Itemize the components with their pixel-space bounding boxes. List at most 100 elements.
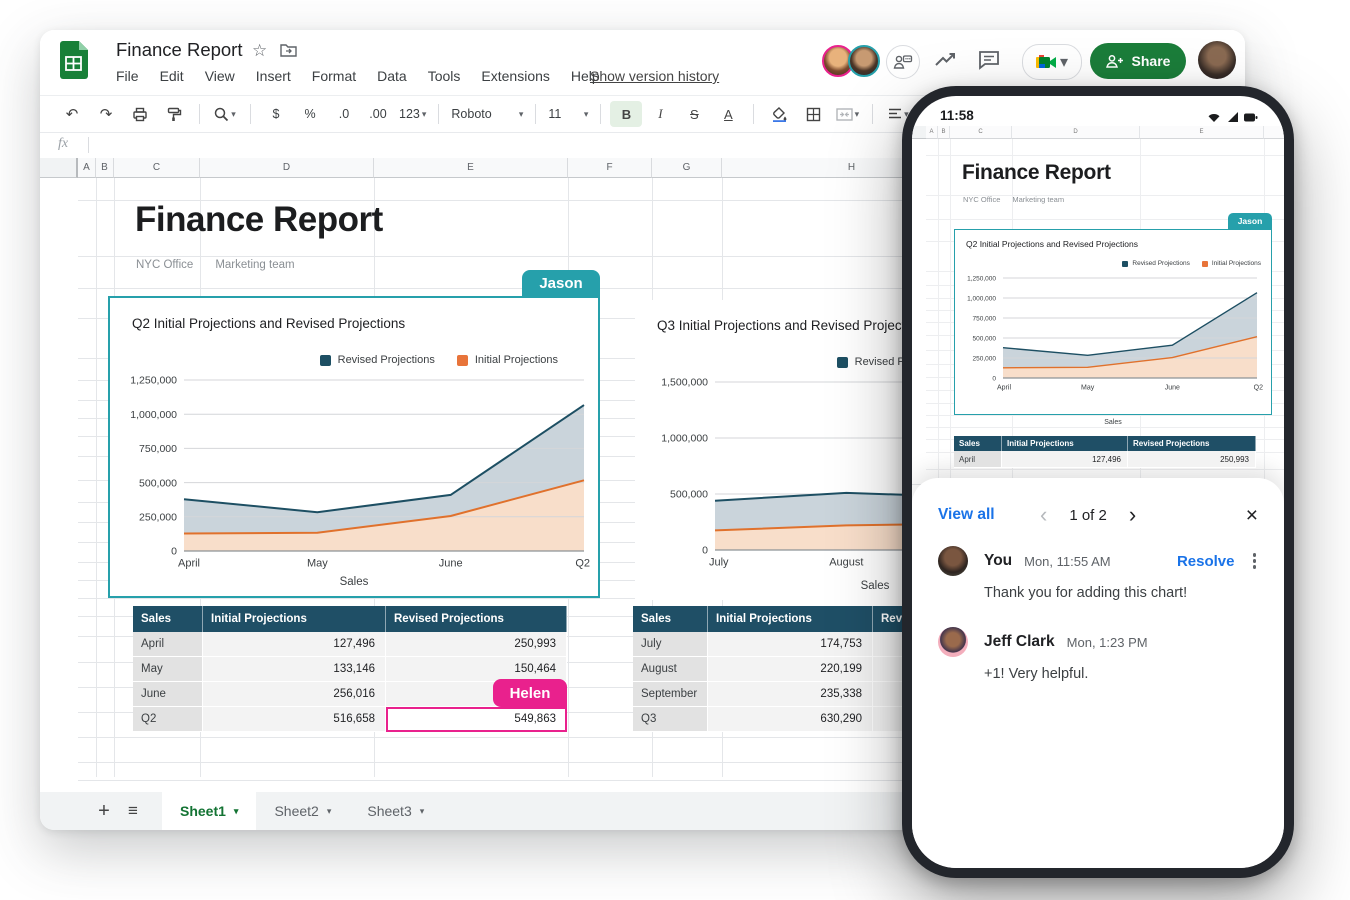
meet-call-button[interactable]: ▾	[1022, 44, 1082, 80]
menu-item-edit[interactable]: Edit	[160, 68, 184, 84]
borders-button[interactable]	[797, 101, 829, 127]
select-all-corner[interactable]	[40, 158, 78, 178]
menu-item-extensions[interactable]: Extensions	[481, 68, 549, 84]
column-header-G[interactable]: G	[652, 158, 722, 178]
view-all-link[interactable]: View all	[938, 506, 995, 524]
trend-icon	[934, 50, 958, 70]
status-bar-icons	[1206, 111, 1258, 124]
svg-text:500,000: 500,000	[973, 335, 997, 342]
table-cell[interactable]: 220,199	[708, 657, 873, 682]
bold-button[interactable]: B	[610, 101, 642, 127]
table-cell[interactable]: 250,993	[1128, 451, 1256, 468]
column-header-E[interactable]: E	[374, 158, 568, 178]
decrease-decimal-button[interactable]: .0	[328, 101, 360, 127]
share-button[interactable]: Share	[1090, 43, 1186, 79]
font-family-select[interactable]: Roboto▾	[448, 101, 526, 127]
account-avatar[interactable]	[1198, 41, 1236, 79]
column-header-A[interactable]: A	[78, 158, 96, 178]
table-cell[interactable]: 630,290	[708, 707, 873, 732]
resolve-button[interactable]: Resolve	[1177, 553, 1235, 570]
table-cell[interactable]: 549,863	[386, 707, 567, 732]
pager-prev-icon[interactable]: ‹	[1040, 504, 1047, 526]
table-cell[interactable]: Q3	[633, 707, 708, 732]
column-header-F[interactable]: F	[568, 158, 652, 178]
mini-q2-chart[interactable]: Q2 Initial Projections and Revised Proje…	[954, 229, 1272, 415]
comment-item: Jeff ClarkMon, 1:23 PM+1! Very helpful.	[938, 627, 1258, 682]
table-cell[interactable]: 256,016	[203, 682, 386, 707]
table-cell[interactable]: August	[633, 657, 708, 682]
undo-button[interactable]: ↶	[56, 101, 88, 127]
table-cell[interactable]: June	[133, 682, 203, 707]
close-icon[interactable]: ×	[1246, 505, 1258, 526]
all-sheets-menu-button[interactable]: ≡	[118, 801, 148, 821]
comments-button[interactable]	[978, 50, 1000, 70]
percent-format-button[interactable]: %	[294, 101, 326, 127]
table-cell[interactable]: 127,496	[203, 632, 386, 657]
mini-data-table[interactable]: SalesInitial ProjectionsRevised Projecti…	[954, 436, 1256, 468]
redo-button[interactable]: ↷	[90, 101, 122, 127]
pager-next-icon[interactable]: ›	[1129, 504, 1136, 526]
mini-doc-title: Finance Report	[962, 161, 1111, 185]
q2-data-table[interactable]: SalesInitial ProjectionsRevised Projecti…	[133, 606, 567, 732]
menu-item-data[interactable]: Data	[377, 68, 407, 84]
print-button[interactable]	[124, 101, 156, 127]
merge-cells-button[interactable]: ▾	[831, 101, 863, 127]
paint-format-button[interactable]	[158, 101, 190, 127]
explore-trends-button[interactable]	[934, 50, 958, 70]
strikethrough-button[interactable]: S	[678, 101, 710, 127]
fill-color-button[interactable]	[763, 101, 795, 127]
sheets-logo-icon[interactable]	[60, 41, 87, 79]
table-cell[interactable]: July	[633, 632, 708, 657]
menu-item-insert[interactable]: Insert	[256, 68, 291, 84]
sheet-tab-caret[interactable]: ▾	[420, 806, 425, 817]
move-to-folder-icon[interactable]	[280, 43, 297, 57]
comment-avatar	[938, 627, 968, 657]
mini-chart-legend: Revised Projections Initial Projections	[1122, 260, 1261, 267]
menu-item-file[interactable]: File	[116, 68, 139, 84]
table-cell[interactable]: 235,338	[708, 682, 873, 707]
table-cell[interactable]: April	[133, 632, 203, 657]
menu-item-tools[interactable]: Tools	[428, 68, 461, 84]
column-header-B[interactable]: B	[96, 158, 114, 178]
table-cell[interactable]: 516,658	[203, 707, 386, 732]
svg-text:May: May	[307, 558, 328, 570]
menu-item-view[interactable]: View	[205, 68, 235, 84]
comment-overflow-icon[interactable]	[1251, 551, 1259, 571]
currency-format-button[interactable]: $	[260, 101, 292, 127]
sheet-tab-caret[interactable]: ▾	[234, 806, 239, 817]
increase-decimal-button[interactable]: .00	[362, 101, 394, 127]
table-cell[interactable]: September	[633, 682, 708, 707]
star-icon[interactable]: ☆	[252, 41, 267, 61]
table-cell[interactable]: 127,496	[1002, 451, 1128, 468]
table-cell[interactable]: 250,993	[386, 632, 567, 657]
table-cell[interactable]: 174,753	[708, 632, 873, 657]
sheet-tab-caret[interactable]: ▾	[327, 806, 332, 817]
add-sheet-button[interactable]: +	[90, 800, 118, 823]
table-row: April127,496250,993	[133, 632, 567, 657]
show-version-history-link[interactable]: Show version history	[590, 68, 719, 84]
zoom-control[interactable]: ▾	[209, 101, 241, 127]
comment-list: YouMon, 11:55 AMResolveThank you for add…	[938, 546, 1258, 682]
meet-dropdown-caret[interactable]: ▾	[1060, 52, 1068, 72]
column-header-C[interactable]: C	[114, 158, 200, 178]
sheet-tab-sheet1[interactable]: Sheet1▾	[162, 792, 256, 830]
number-format-button[interactable]: 123▾	[396, 101, 429, 127]
office-label: NYC Office	[963, 195, 1000, 204]
table-cell[interactable]: Q2	[133, 707, 203, 732]
sheet-tab-sheet2[interactable]: Sheet2▾	[256, 792, 349, 830]
table-cell[interactable]: May	[133, 657, 203, 682]
legend-swatch-initial	[1202, 261, 1208, 267]
column-header-D[interactable]: D	[200, 158, 374, 178]
collaborator-avatar-jason[interactable]	[848, 45, 880, 77]
font-size-select[interactable]: 11▾	[545, 101, 591, 127]
italic-button[interactable]: I	[644, 101, 676, 127]
text-color-button[interactable]: A	[712, 101, 744, 127]
menu-item-format[interactable]: Format	[312, 68, 356, 84]
table-cell[interactable]: April	[954, 451, 1002, 468]
table-cell[interactable]: 133,146	[203, 657, 386, 682]
show-collaborators-button[interactable]	[886, 45, 920, 79]
mini-spreadsheet-grid[interactable]: Finance Report NYC Office Marketing team…	[912, 139, 1284, 484]
document-title[interactable]: Finance Report	[116, 39, 242, 61]
sheet-tab-sheet3[interactable]: Sheet3▾	[349, 792, 442, 830]
q2-chart[interactable]: Q2 Initial Projections and Revised Proje…	[108, 296, 600, 598]
